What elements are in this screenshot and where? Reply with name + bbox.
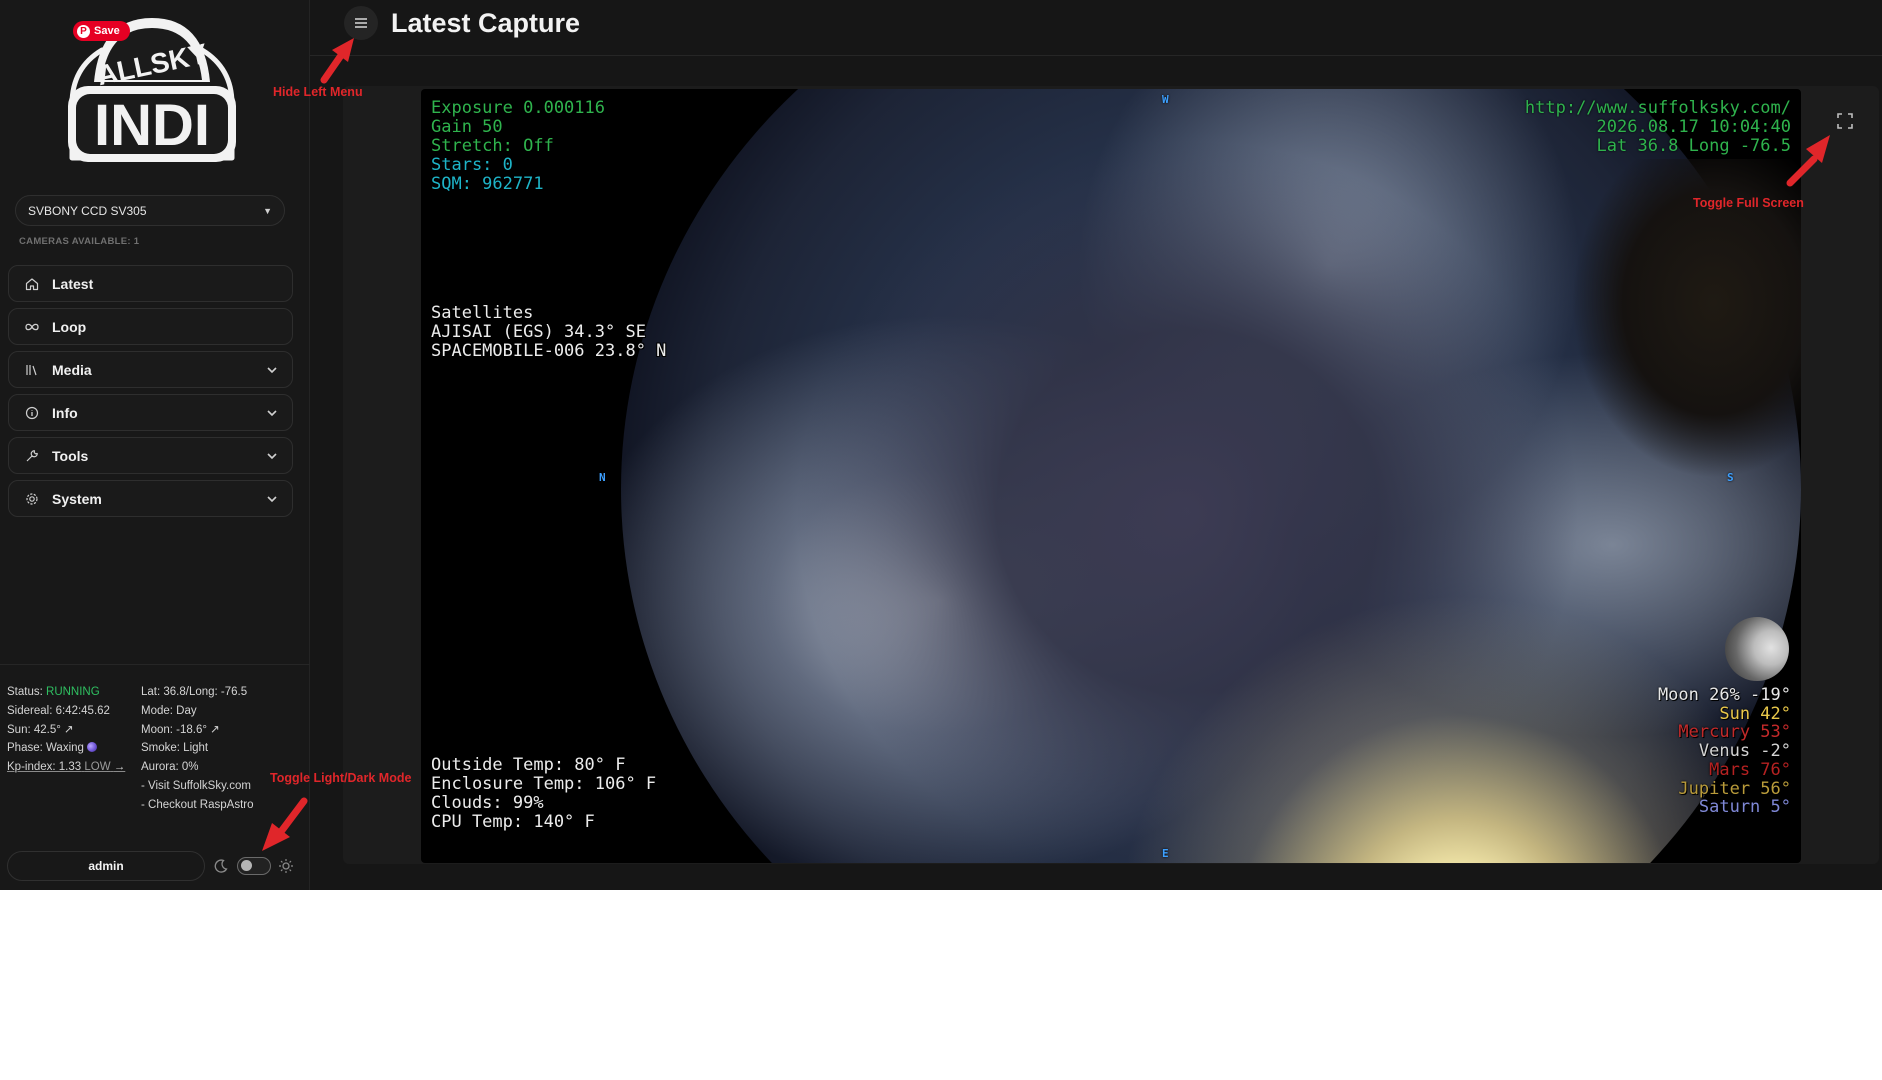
sidebar-item-tools[interactable]: Tools bbox=[8, 437, 293, 474]
svg-text:INDI: INDI bbox=[94, 93, 210, 158]
hamburger-icon bbox=[355, 18, 367, 28]
overlay-satellites-heading: Satellites bbox=[431, 303, 534, 323]
overlay-planet-row: Sun 42° bbox=[1719, 703, 1791, 724]
moon-icon bbox=[214, 859, 228, 873]
overlay-datetime: 2026.08.17 10:04:40 bbox=[1596, 117, 1791, 137]
sidebar-item-info[interactable]: Info bbox=[8, 394, 293, 431]
header-divider bbox=[310, 55, 1882, 56]
overlay-sqm: SQM: 962771 bbox=[431, 174, 544, 194]
user-button[interactable]: admin bbox=[7, 851, 205, 881]
annotation-hide-menu: Hide Left Menu bbox=[273, 85, 363, 99]
status-label: Status: bbox=[7, 686, 43, 698]
gear-icon bbox=[24, 491, 40, 507]
compass-north: N bbox=[599, 471, 606, 484]
cameras-available-count: CAMERAS AVAILABLE: 1 bbox=[19, 236, 140, 247]
annotation-toggle-fullscreen: Toggle Full Screen bbox=[1693, 196, 1804, 210]
caret-down-icon: ▼ bbox=[263, 205, 272, 216]
overlay-satellite-row: SPACEMOBILE-006 23.8° N bbox=[431, 341, 667, 361]
infinity-icon bbox=[24, 319, 40, 335]
overlay-enclosure-temp: Enclosure Temp: 106° F bbox=[431, 774, 657, 794]
fullscreen-button[interactable] bbox=[1836, 112, 1854, 130]
status-column-left: Status: RUNNING Sidereal: 6:42:45.62 Sun… bbox=[7, 683, 125, 777]
lat-long: Lat: 36.8/Long: -76.5 bbox=[141, 686, 248, 698]
theme-toggle-knob bbox=[241, 860, 252, 871]
pinterest-icon: P bbox=[77, 24, 90, 38]
moon-altitude: Moon: -18.6° ↗ bbox=[141, 723, 220, 736]
kp-index-level: LOW bbox=[84, 761, 111, 774]
sidebar-item-label: Loop bbox=[52, 318, 87, 335]
overlay-satellite-row: AJISAI (EGS) 34.3° SE bbox=[431, 322, 646, 342]
overlay-stretch: Stretch: Off bbox=[431, 136, 554, 156]
sun-icon bbox=[279, 859, 293, 873]
sidebar: INDI ALLSKY P Save SVBONY CCD SV305 ▼ CA… bbox=[0, 0, 310, 890]
status-column-right: Lat: 36.8/Long: -76.5 Mode: Day Moon: -1… bbox=[141, 683, 254, 815]
annotation-arrow-fullscreen bbox=[1786, 135, 1830, 187]
pin-save-label: Save bbox=[94, 25, 120, 37]
sidebar-item-label: System bbox=[52, 490, 102, 507]
sidebar-item-label: Media bbox=[52, 361, 92, 378]
annotation-toggle-mode: Toggle Light/Dark Mode bbox=[270, 771, 412, 785]
camera-select[interactable]: SVBONY CCD SV305 ▼ bbox=[15, 195, 285, 226]
sidebar-item-latest[interactable]: Latest bbox=[8, 265, 293, 302]
status-value: RUNNING bbox=[46, 686, 100, 698]
mode: Mode: Day bbox=[141, 704, 197, 717]
hide-menu-button[interactable] bbox=[344, 6, 378, 40]
chevron-down-icon bbox=[266, 450, 278, 462]
chevron-down-icon bbox=[266, 493, 278, 505]
allsky-capture-image[interactable]: Exposure 0.000116 Gain 50 Stretch: Off S… bbox=[421, 89, 1801, 863]
compass-east: E bbox=[1162, 847, 1169, 860]
info-icon bbox=[24, 405, 40, 421]
kp-trend-arrow: → bbox=[113, 761, 126, 774]
allsky-app: INDI ALLSKY P Save SVBONY CCD SV305 ▼ CA… bbox=[0, 0, 1882, 890]
compass-south: S bbox=[1727, 471, 1734, 484]
overlay-exposure: Exposure 0.000116 bbox=[431, 98, 605, 118]
overlay-clouds: Clouds: 99% bbox=[431, 793, 544, 813]
sidebar-divider bbox=[0, 664, 310, 665]
sidebar-item-media[interactable]: Media bbox=[8, 351, 293, 388]
camera-select-value: SVBONY CCD SV305 bbox=[28, 203, 147, 218]
wrench-icon bbox=[24, 448, 40, 464]
overlay-stars: Stars: 0 bbox=[431, 155, 513, 175]
sidebar-item-label: Latest bbox=[52, 275, 94, 292]
overlay-outside-temp: Outside Temp: 80° F bbox=[431, 755, 626, 775]
page-title: Latest Capture bbox=[391, 8, 581, 38]
status-row: Status: RUNNING bbox=[7, 683, 125, 702]
annotation-arrow-toggle-mode bbox=[262, 797, 308, 851]
theme-toggle[interactable] bbox=[237, 857, 271, 875]
link-raspastro[interactable]: - Checkout RaspAstro bbox=[141, 796, 254, 815]
overlay-location: Lat 36.8 Long -76.5 bbox=[1596, 136, 1791, 156]
overlay-planet-row: Mercury 53° bbox=[1678, 722, 1791, 743]
moon-phase-image bbox=[1725, 617, 1789, 681]
overlay-planet-row: Saturn 5° bbox=[1698, 797, 1791, 818]
moon-phase-icon bbox=[86, 742, 97, 753]
home-icon bbox=[24, 276, 40, 292]
link-suffolksky[interactable]: - Visit SuffolkSky.com bbox=[141, 777, 254, 796]
overlay-planet-row: Venus -2° bbox=[1698, 741, 1791, 762]
moon-phase-text: Phase: Waxing bbox=[7, 742, 84, 755]
compass-west: W bbox=[1162, 93, 1169, 106]
moon-phase-row: Phase: Waxing bbox=[7, 739, 125, 758]
overlay-planet-row: Moon 26% -19° bbox=[1657, 685, 1791, 705]
sidebar-item-loop[interactable]: Loop bbox=[8, 308, 293, 345]
kp-index-link[interactable]: Kp-index: 1.33 LOW → bbox=[7, 758, 125, 777]
overlay-cpu-temp: CPU Temp: 140° F bbox=[431, 812, 595, 832]
sidereal-time: Sidereal: 6:42:45.62 bbox=[7, 704, 110, 717]
overlay-planet-row: Mars 76° bbox=[1709, 759, 1791, 780]
sidebar-item-label: Tools bbox=[52, 447, 89, 464]
aurora-level: Aurora: 0% bbox=[141, 761, 199, 774]
sidebar-item-system[interactable]: System bbox=[8, 480, 293, 517]
smoke-level: Smoke: Light bbox=[141, 742, 209, 755]
pinterest-save-button[interactable]: P Save bbox=[73, 21, 130, 41]
chevron-down-icon bbox=[266, 364, 278, 376]
overlay-gain: Gain 50 bbox=[431, 117, 503, 137]
chevron-down-icon bbox=[266, 407, 278, 419]
overlay-planet-row: Jupiter 56° bbox=[1678, 778, 1791, 799]
kp-index-value: Kp-index: 1.33 bbox=[7, 761, 82, 774]
overlay-url: http://www.suffolksky.com/ bbox=[1524, 98, 1791, 118]
annotation-arrow-hide-menu bbox=[320, 38, 354, 84]
library-icon bbox=[24, 362, 40, 378]
sidebar-item-label: Info bbox=[52, 404, 78, 421]
sun-altitude: Sun: 42.5° ↗ bbox=[7, 723, 74, 736]
